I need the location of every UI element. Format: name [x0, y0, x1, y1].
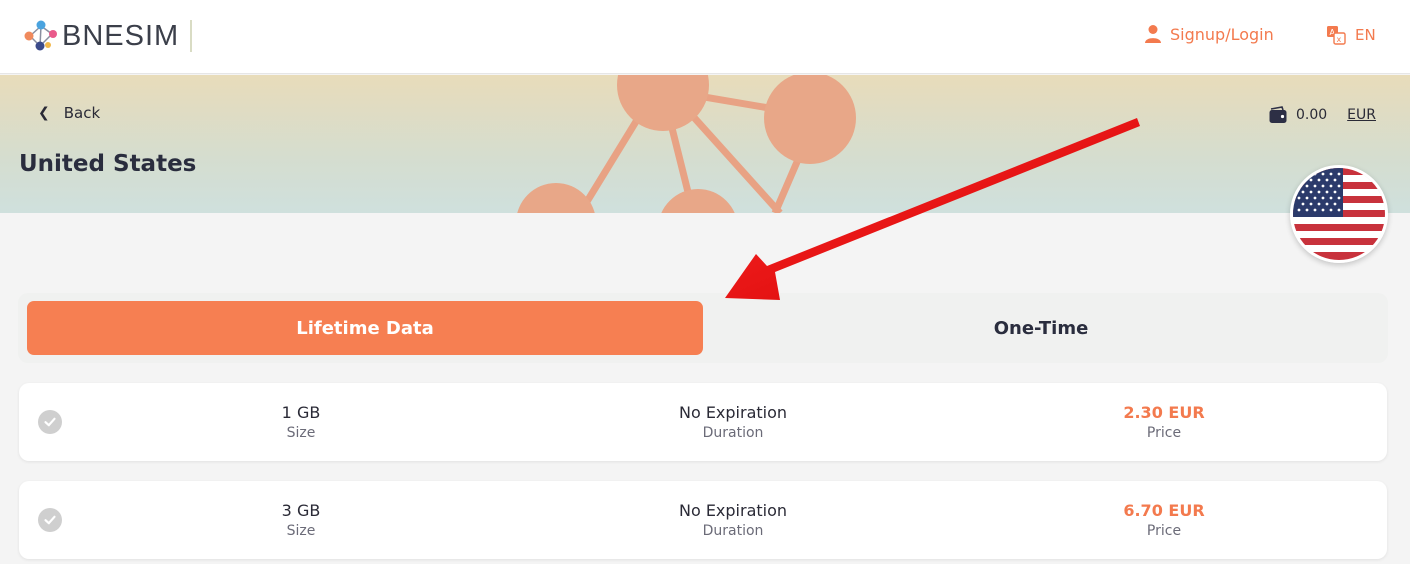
back-label: Back [63, 104, 101, 122]
plan-card[interactable]: 1 GB Size No Expiration Duration 2.30 EU… [19, 383, 1387, 461]
wallet-amount: 0.00 [1296, 107, 1328, 123]
plan-size-label: Size [286, 425, 316, 441]
check-icon[interactable] [38, 410, 62, 434]
plan-size-value: 1 GB [281, 403, 321, 422]
plan-duration-label: Duration [702, 425, 764, 441]
page-title: United States [19, 151, 197, 177]
plan-size: 3 GB Size [201, 501, 401, 539]
signup-login-link[interactable]: Signup/Login [1144, 24, 1274, 44]
language-selector[interactable]: A x EN [1326, 25, 1376, 45]
translate-icon: A x [1327, 26, 1346, 45]
wallet-icon [1269, 106, 1287, 123]
user-icon [1145, 25, 1161, 43]
signup-label: Signup/Login [1170, 24, 1274, 44]
plan-size: 1 GB Size [201, 403, 401, 441]
plan-card[interactable]: 3 GB Size No Expiration Duration 6.70 EU… [19, 481, 1387, 559]
tab-lifetime-data[interactable]: Lifetime Data [27, 301, 703, 355]
plan-size-value: 3 GB [281, 501, 321, 520]
country-banner: ❮ Back United States 0.00 EUR [0, 75, 1410, 213]
plan-price-label: Price [1146, 523, 1182, 539]
us-flag-icon [1290, 165, 1388, 263]
plan-duration: No Expiration Duration [633, 501, 833, 539]
plan-price: 2.30 EUR Price [1064, 403, 1264, 441]
plan-duration-value: No Expiration [678, 403, 788, 422]
logo[interactable]: BNESIM [22, 18, 179, 54]
plan-price-value: 6.70 EUR [1123, 501, 1205, 520]
plan-price-label: Price [1146, 425, 1182, 441]
plan-size-label: Size [286, 523, 316, 539]
tab-one-time[interactable]: One-Time [703, 301, 1379, 355]
top-header: BNESIM Signup/Login A x EN [0, 0, 1410, 74]
plan-price-value: 2.30 EUR [1123, 403, 1205, 422]
wallet-balance: 0.00 EUR [1268, 105, 1376, 125]
header-divider [190, 20, 192, 52]
plan-duration-value: No Expiration [678, 501, 788, 520]
plan-type-tabs: Lifetime Data One-Time [18, 293, 1388, 363]
language-label: EN [1355, 26, 1376, 44]
wallet-currency-link[interactable]: EUR [1347, 107, 1376, 123]
plan-price: 6.70 EUR Price [1064, 501, 1264, 539]
plan-duration: No Expiration Duration [633, 403, 833, 441]
plan-duration-label: Duration [702, 523, 764, 539]
svg-text:x: x [1337, 35, 1342, 44]
back-link[interactable]: ❮ Back [38, 104, 100, 122]
check-icon[interactable] [38, 508, 62, 532]
chevron-left-icon: ❮ [38, 105, 50, 121]
logo-text: BNESIM [62, 19, 180, 52]
bnesim-logo-icon [24, 20, 57, 51]
molecule-decoration [517, 75, 856, 213]
